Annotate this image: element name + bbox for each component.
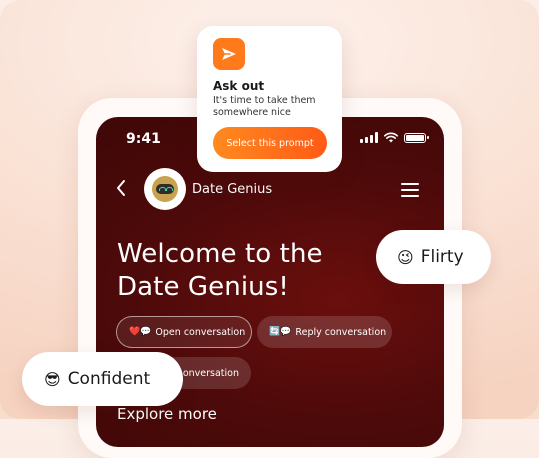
send-icon [213,38,245,70]
chip-label: Open conversation [155,326,246,338]
refresh-speech-icon: 🔄💬 [269,327,292,337]
welcome-heading: Welcome to the Date Genius! [117,239,323,302]
mood-confident[interactable]: 😎 Confident [22,352,183,406]
chat-title: Date Genius [192,182,273,197]
avatar [144,168,186,210]
select-prompt-button[interactable]: Select this prompt [213,127,327,159]
explore-more-heading: Explore more [117,405,217,423]
wifi-icon [384,132,398,143]
prompt-description: It's time to take them somewhere nice [213,95,316,118]
chip-label: Reply conversation [295,326,387,338]
heart-speech-icon: ❤️💬 [129,327,152,337]
mood-label: Confident [67,369,151,389]
wink-emoji-icon: 😉 [397,247,414,267]
chip-reply-conversation[interactable]: 🔄💬 Reply conversation [257,316,392,348]
back-button[interactable] [114,178,130,198]
robot-face-icon [152,176,178,202]
status-time: 9:41 [126,131,161,147]
chip-open-conversation[interactable]: ❤️💬 Open conversation [116,316,252,348]
menu-button[interactable] [401,183,419,197]
mood-flirty[interactable]: 😉 Flirty [376,230,491,284]
battery-icon [404,132,429,143]
chevron-left-icon [117,180,125,196]
sunglasses-emoji-icon: 😎 [44,369,61,389]
prompt-title: Ask out [213,79,265,93]
chip-label: onversation [182,367,239,379]
cellular-signal-icon [360,132,378,143]
prompt-card: Ask out It's time to take them somewhere… [197,26,342,172]
mood-label: Flirty [420,247,464,267]
status-icons [360,132,429,143]
